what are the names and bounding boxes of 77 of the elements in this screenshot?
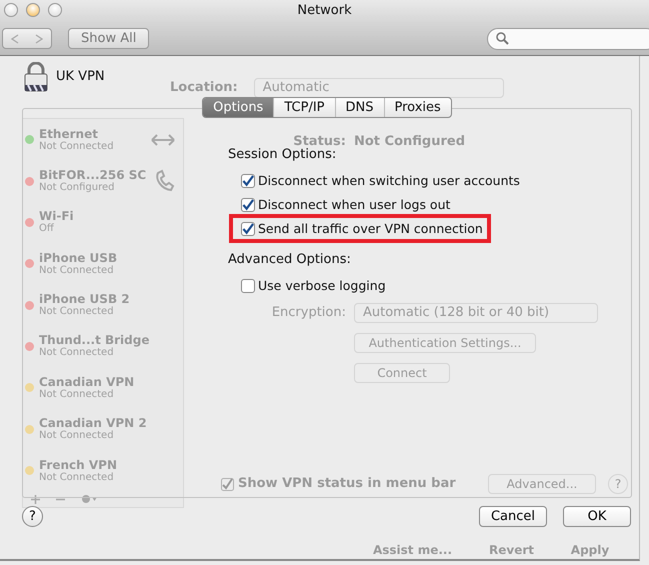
service-item[interactable]: Ethernet Not Connected [23,119,183,160]
checkbox[interactable] [241,222,255,236]
option-label: Send all traffic over VPN connection [258,220,483,238]
phone-icon [153,169,177,194]
service-status: Off [39,223,55,236]
window-zoom-button[interactable] [48,3,62,17]
service-status: Not Connected [39,430,115,442]
assist-button[interactable]: Assist me... [360,540,465,560]
search-field[interactable] [487,28,649,50]
service-name: Wi-Fi [39,209,75,224]
lock-icon [24,62,48,92]
checkbox-icon [221,478,234,490]
gear-icon[interactable] [81,494,97,504]
forward-icon[interactable] [35,34,43,44]
service-status: Not Connected [39,264,115,277]
service-item[interactable]: Canadian VPN 2 Not Connected [23,408,183,450]
advanced-button[interactable]: Advanced... [488,474,596,494]
service-title: UK VPN [56,68,105,86]
service-status: Not Configured [39,182,116,194]
checkmark-icon [242,175,254,187]
section-title: Advanced Options: [228,251,352,269]
revert-button[interactable]: Revert [479,540,544,560]
service-name: BitFOR...256 SC [39,168,148,182]
cancel-button[interactable]: Cancel [479,506,547,527]
authentication-settings-button[interactable]: Authentication Settings... [354,333,536,353]
option-label: Disconnect when switching user accounts [258,172,520,190]
location-label: Location: [170,78,238,97]
arrows-icon [149,132,177,148]
service-status: Not Connected [39,472,115,484]
option-label: Disconnect when user logs out [258,196,450,214]
window-minimize-button[interactable] [26,3,40,17]
service-name: Canadian VPN 2 [39,416,148,430]
service-item[interactable]: iPhone USB 2 Not Connected [23,284,183,326]
tab[interactable]: TCP/IP [273,98,334,117]
ok-button[interactable]: OK [563,506,631,527]
section-title: Session Options: [228,146,338,164]
search-icon [496,32,509,45]
back-icon[interactable] [11,34,19,44]
service-item[interactable]: Wi-Fi Off [23,202,183,244]
add-icon[interactable] [31,494,40,504]
service-item[interactable]: French VPN Not Connected [23,450,183,492]
status-checkbox[interactable] [221,478,234,490]
encryption-label: Encryption: [270,304,346,322]
checkmark-icon [242,199,254,211]
checkmark-icon [242,223,254,235]
service-status: Not Connected [39,388,115,401]
service-status: Not Connected [39,140,115,153]
window-close-button[interactable] [4,3,18,17]
option-label: Use verbose logging [258,276,386,295]
service-name: iPhone USB 2 [39,292,131,306]
show-status-label: Show VPN status in menu bar [238,475,456,494]
service-name: Thund...t Bridge [39,333,150,348]
checkbox[interactable] [241,279,255,293]
status-label: Status: [293,133,346,149]
window-title: Network [297,2,352,20]
service-item[interactable]: Thund...t Bridge Not Connected [23,326,183,368]
tab[interactable]: Proxies [384,98,451,117]
checkbox[interactable] [241,198,255,212]
connect-button[interactable]: Connect [354,363,450,383]
apply-button[interactable]: Apply [558,540,622,560]
help-button[interactable]: ? [22,506,43,527]
tab[interactable]: DNS [334,98,384,117]
service-item[interactable]: iPhone USB Not Connected [23,243,183,284]
encryption-popup[interactable]: Automatic (128 bit or 40 bit) [354,303,598,323]
checkbox[interactable] [241,174,255,188]
tab[interactable]: Options [203,98,274,117]
service-status: Not Connected [39,306,115,318]
service-name: iPhone USB [39,250,118,265]
service-status: Not Connected [39,347,115,360]
service-item[interactable]: Canadian VPN Not Connected [23,367,183,409]
service-item[interactable]: BitFOR...256 SC Not Configured [23,160,183,202]
show-all-button[interactable]: Show All [68,28,150,49]
service-name: Ethernet [39,126,99,141]
status-value: Not Configured [354,133,466,151]
service-name: Canadian VPN [39,374,136,389]
service-name: French VPN [39,458,118,472]
help-button[interactable]: ? [608,474,628,494]
